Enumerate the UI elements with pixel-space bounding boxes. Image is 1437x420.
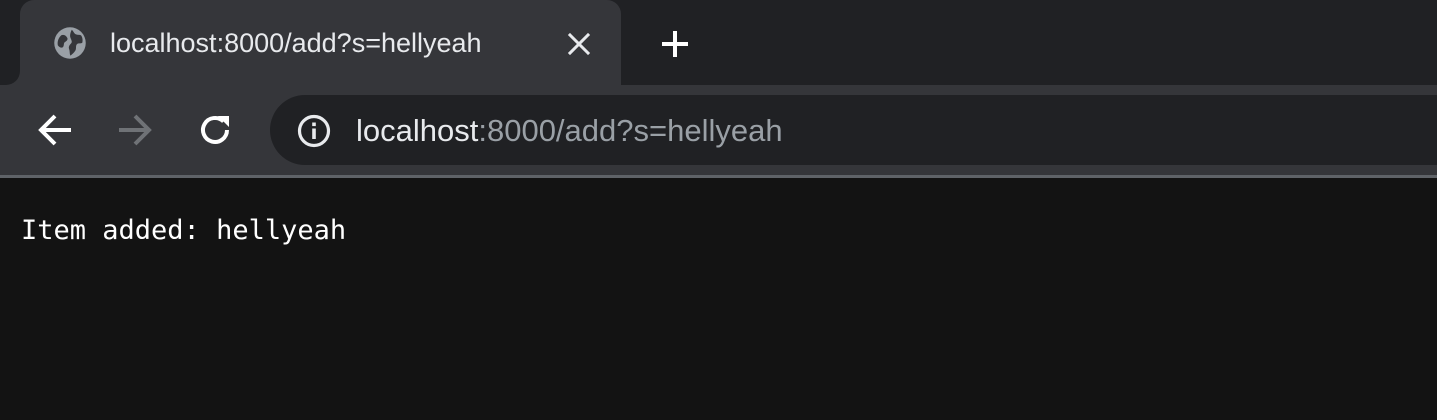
globe-icon	[54, 27, 86, 59]
back-button[interactable]	[32, 107, 78, 153]
plus-icon	[662, 31, 688, 57]
page-content: Item added: hellyeah	[0, 178, 1437, 420]
url-host: localhost	[356, 113, 479, 148]
reload-icon	[201, 116, 229, 144]
info-icon[interactable]	[296, 113, 332, 149]
arrow-right-icon	[119, 114, 152, 146]
new-tab-button[interactable]	[652, 21, 698, 67]
arrow-left-icon	[38, 114, 71, 146]
browser-window: localhost:8000/add?s=hellyeah localhost:…	[0, 0, 1437, 420]
tab-edge	[0, 0, 20, 85]
forward-button[interactable]	[112, 107, 158, 153]
tab-title: localhost:8000/add?s=hellyeah	[110, 28, 482, 58]
close-icon	[567, 32, 591, 56]
tab-strip: localhost:8000/add?s=hellyeah	[0, 0, 1437, 85]
close-tab-button[interactable]	[560, 25, 598, 63]
url-path: :8000/add?s=hellyeah	[478, 113, 783, 148]
reload-button[interactable]	[192, 107, 238, 153]
address-bar-url[interactable]: localhost:8000/add?s=hellyeah	[356, 109, 783, 153]
page-body-text: Item added: hellyeah	[21, 215, 347, 246]
